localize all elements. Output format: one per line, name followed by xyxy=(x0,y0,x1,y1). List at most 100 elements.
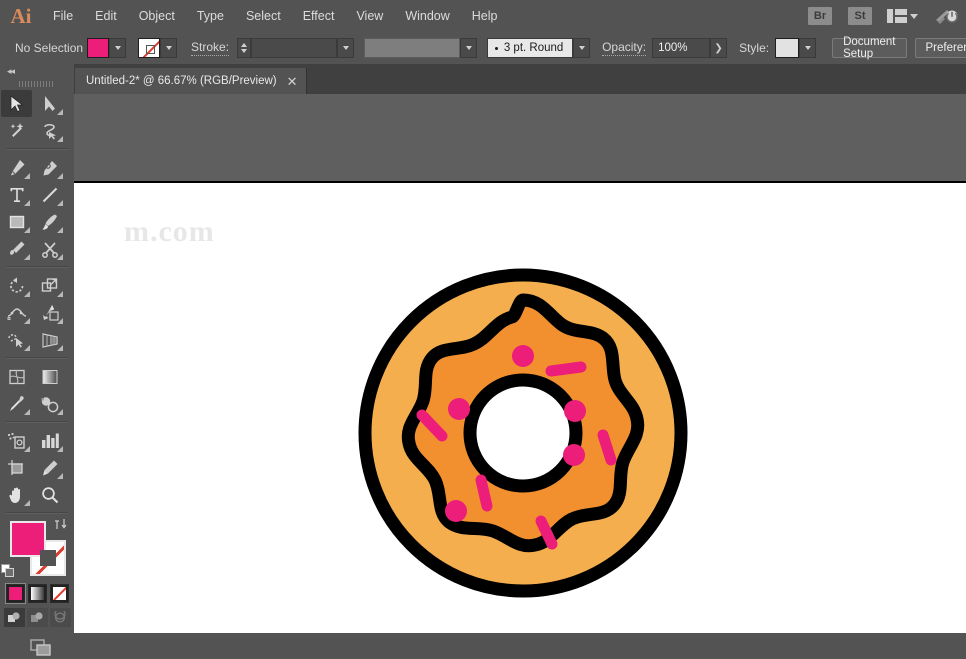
menu-object[interactable]: Object xyxy=(128,0,186,32)
none-mode-button[interactable] xyxy=(50,584,69,603)
sprinkle-dash xyxy=(551,367,581,371)
graphic-style-swatch[interactable] xyxy=(775,38,799,58)
tool-group-indicator xyxy=(57,409,63,415)
direct-selection-tool[interactable] xyxy=(34,90,65,117)
stepper-up-icon xyxy=(241,43,247,47)
draw-behind-button[interactable] xyxy=(27,608,48,627)
menu-type[interactable]: Type xyxy=(186,0,235,32)
selection-status: No Selection xyxy=(7,41,83,55)
opacity-input[interactable]: 100% xyxy=(652,38,710,58)
stepper-down-icon xyxy=(241,49,247,53)
tool-group-indicator xyxy=(24,409,30,415)
shape-builder-tool[interactable] xyxy=(1,326,32,353)
draw-normal-button[interactable] xyxy=(4,608,25,627)
opacity-label[interactable]: Opacity: xyxy=(602,40,646,56)
artboard[interactable]: m.com xyxy=(74,181,966,633)
gradient-mode-button[interactable] xyxy=(28,584,47,603)
stroke-weight-input[interactable] xyxy=(251,38,337,58)
tools-grid-4 xyxy=(0,363,74,417)
column-graph-tool[interactable] xyxy=(34,427,65,454)
tools-grid-2 xyxy=(0,154,74,262)
document-tab[interactable]: Untitled-2* @ 66.67% (RGB/Preview) ✕ xyxy=(74,68,307,94)
donut-svg xyxy=(353,263,693,603)
menu-bar: Ai File Edit Object Type Select Effect V… xyxy=(0,0,966,32)
width-tool[interactable] xyxy=(1,299,32,326)
zoom-tool[interactable] xyxy=(34,481,65,508)
collapse-panel-button[interactable]: ◂◂ xyxy=(0,64,74,78)
symbol-sprayer-tool[interactable] xyxy=(1,427,32,454)
canvas-area[interactable]: m.com xyxy=(74,94,966,633)
default-fill-stroke-icon[interactable] xyxy=(1,564,15,578)
fill-color-swatch[interactable] xyxy=(87,38,109,58)
donut-illustration[interactable] xyxy=(353,263,693,603)
rotate-tool[interactable] xyxy=(1,272,32,299)
workspace-switcher-icon[interactable] xyxy=(887,9,918,23)
color-mode-button[interactable] xyxy=(6,584,25,603)
tools-panel: ◂◂ xyxy=(0,64,75,633)
type-tool[interactable] xyxy=(1,181,32,208)
graphic-style-dropdown[interactable] xyxy=(799,38,816,58)
tool-group-indicator xyxy=(24,227,30,233)
pen-tool[interactable] xyxy=(1,154,32,181)
change-screen-mode-button[interactable] xyxy=(0,637,74,659)
blend-tool[interactable] xyxy=(34,390,65,417)
shaper-tool[interactable] xyxy=(1,235,32,262)
bridge-button[interactable]: Br xyxy=(808,7,832,25)
lasso-tool[interactable] xyxy=(34,117,65,144)
menu-file[interactable]: File xyxy=(42,0,84,32)
artboard-tool[interactable] xyxy=(1,454,32,481)
eyedropper-tool[interactable] xyxy=(1,390,32,417)
control-bar: No Selection Stroke: 3 pt. Round xyxy=(0,32,966,65)
search-adobe-stock-icon[interactable] xyxy=(934,7,958,25)
draw-inside-button[interactable] xyxy=(50,608,71,627)
menu-select[interactable]: Select xyxy=(235,0,292,32)
stroke-weight-stepper[interactable] xyxy=(237,38,251,58)
scale-tool[interactable] xyxy=(34,272,65,299)
rectangle-tool[interactable] xyxy=(1,208,32,235)
paintbrush-tool[interactable] xyxy=(34,208,65,235)
swap-fill-stroke-icon[interactable] xyxy=(54,518,68,533)
opacity-options-button[interactable]: ❯ xyxy=(710,38,727,58)
stroke-weight-label[interactable]: Stroke: xyxy=(191,40,229,56)
close-icon[interactable]: ✕ xyxy=(287,75,298,88)
tool-group-indicator xyxy=(24,291,30,297)
menu-effect[interactable]: Effect xyxy=(292,0,346,32)
tools-divider xyxy=(6,148,68,150)
tool-group-indicator xyxy=(57,446,63,452)
menu-help[interactable]: Help xyxy=(461,0,509,32)
selection-tool[interactable] xyxy=(1,90,32,117)
line-segment-tool[interactable] xyxy=(34,181,65,208)
magic-wand-tool[interactable] xyxy=(1,117,32,144)
menu-edit[interactable]: Edit xyxy=(84,0,128,32)
scissors-tool[interactable] xyxy=(34,235,65,262)
curvature-tool[interactable] xyxy=(34,154,65,181)
mesh-tool[interactable] xyxy=(1,363,32,390)
tools-divider-5 xyxy=(6,512,68,514)
fill-swatch-dropdown[interactable] xyxy=(109,38,126,58)
slice-tool[interactable] xyxy=(34,454,65,481)
brush-definition-select[interactable]: 3 pt. Round xyxy=(487,38,573,58)
menu-view[interactable]: View xyxy=(345,0,394,32)
document-setup-button[interactable]: Document Setup xyxy=(832,38,906,58)
chevron-down-icon xyxy=(910,14,918,19)
gradient-tool[interactable] xyxy=(34,363,65,390)
brush-definition-dropdown[interactable] xyxy=(573,38,590,58)
stroke-swatch-dropdown[interactable] xyxy=(160,38,177,58)
width-profile-dropdown[interactable] xyxy=(460,38,477,58)
free-transform-tool[interactable] xyxy=(34,299,65,326)
perspective-grid-tool[interactable] xyxy=(34,326,65,353)
tool-group-indicator xyxy=(57,109,63,115)
stroke-weight-dropdown[interactable] xyxy=(337,38,354,58)
sprinkle-dash xyxy=(481,480,487,506)
tool-group-indicator xyxy=(57,254,63,260)
preferences-button[interactable]: Preferences xyxy=(915,38,966,58)
tools-panel-grip[interactable] xyxy=(0,78,74,90)
stock-button[interactable]: St xyxy=(848,7,872,25)
hand-tool[interactable] xyxy=(1,481,32,508)
brush-preview-icon xyxy=(495,47,498,50)
stroke-color-swatch[interactable] xyxy=(138,38,160,58)
style-label: Style: xyxy=(739,41,769,55)
chevron-down-icon xyxy=(166,46,172,50)
width-profile-input[interactable] xyxy=(364,38,460,58)
menu-window[interactable]: Window xyxy=(394,0,460,32)
